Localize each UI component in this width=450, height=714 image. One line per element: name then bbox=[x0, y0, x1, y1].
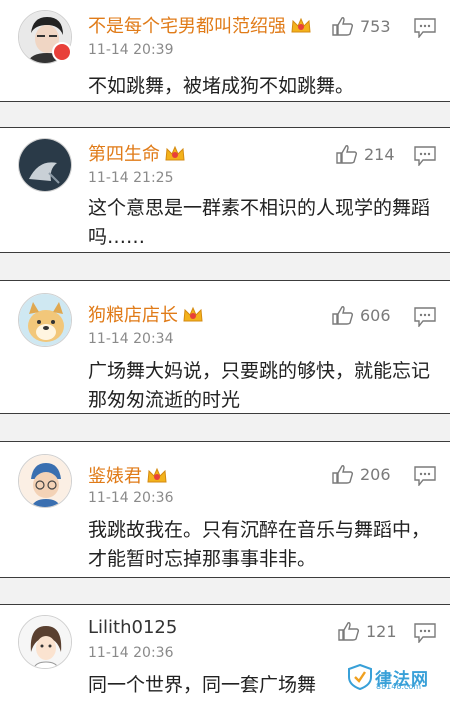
comment-text: 不如跳舞，被堵成狗不如跳舞。 bbox=[88, 75, 355, 97]
thumbs-up-icon bbox=[332, 17, 354, 36]
like-button[interactable]: 121 bbox=[338, 621, 397, 641]
comment-card: 不是每个宅男都叫范绍强 11-14 20:39 753 不如跳舞，被堵成狗不如跳… bbox=[0, 0, 450, 102]
comment-icon[interactable] bbox=[414, 18, 436, 38]
vip-crown-icon bbox=[165, 145, 185, 161]
comment-text: 我跳故我在。只有沉醉在音乐与舞蹈中，才能暂时忘掉那事事非非。 bbox=[88, 519, 431, 570]
vip-crown-icon bbox=[183, 306, 203, 322]
comment-icon[interactable] bbox=[414, 146, 436, 166]
comment-icon[interactable] bbox=[414, 623, 436, 643]
comment-text: 这个意思是一群素不相识的人现学的舞蹈吗…… bbox=[88, 197, 431, 248]
avatar[interactable] bbox=[18, 454, 72, 508]
comment-text: 广场舞大妈说，只要跳的够快，就能忘记那匆匆流逝的时光 bbox=[88, 360, 431, 411]
like-count: 753 bbox=[360, 16, 391, 36]
comment-card: 狗粮店店长 11-14 20:34 606 广场舞大妈说，只要跳的够快，就能忘记… bbox=[0, 280, 450, 414]
thumbs-up-icon bbox=[332, 465, 354, 484]
like-button[interactable]: 214 bbox=[336, 144, 395, 164]
verified-badge-icon bbox=[52, 42, 72, 62]
comment-card: 鉴婊君 11-14 20:36 206 我跳故我在。只有沉醉在音乐与舞蹈中，才能… bbox=[0, 441, 450, 578]
username[interactable]: 鉴婊君 bbox=[88, 462, 168, 488]
username[interactable]: Lilith0125 bbox=[88, 617, 177, 638]
username[interactable]: 狗粮店店长 bbox=[88, 301, 204, 327]
username[interactable]: 第四生命 bbox=[88, 140, 186, 166]
like-count: 214 bbox=[364, 144, 395, 164]
like-count: 206 bbox=[360, 464, 391, 484]
timestamp: 11-14 20:34 bbox=[88, 331, 174, 347]
like-count: 606 bbox=[360, 305, 391, 325]
thumbs-up-icon bbox=[336, 145, 358, 164]
like-button[interactable]: 753 bbox=[332, 16, 391, 36]
like-button[interactable]: 206 bbox=[332, 464, 391, 484]
timestamp: 11-14 20:39 bbox=[88, 42, 174, 58]
like-button[interactable]: 606 bbox=[332, 305, 391, 325]
timestamp: 11-14 21:25 bbox=[88, 170, 174, 186]
thumbs-up-icon bbox=[338, 622, 360, 641]
shield-icon bbox=[348, 664, 372, 690]
comment-icon[interactable] bbox=[414, 307, 436, 327]
avatar[interactable] bbox=[18, 615, 72, 669]
timestamp: 11-14 20:36 bbox=[88, 645, 174, 661]
vip-crown-icon bbox=[291, 17, 311, 33]
comment-icon[interactable] bbox=[414, 466, 436, 486]
like-count: 121 bbox=[366, 621, 397, 641]
comment-card: 第四生命 11-14 21:25 214 这个意思是一群素不相识的人现学的舞蹈吗… bbox=[0, 127, 450, 253]
watermark-url: 88148.com bbox=[376, 682, 422, 691]
avatar[interactable] bbox=[18, 293, 72, 347]
avatar[interactable] bbox=[18, 138, 72, 192]
site-watermark: 律法网 88148.com bbox=[348, 664, 429, 691]
username[interactable]: 不是每个宅男都叫范绍强 bbox=[88, 12, 312, 38]
thumbs-up-icon bbox=[332, 306, 354, 325]
vip-crown-icon bbox=[147, 467, 167, 483]
timestamp: 11-14 20:36 bbox=[88, 490, 174, 506]
comment-card: Lilith0125 11-14 20:36 121 同一个世界，同一套广场舞 bbox=[0, 604, 450, 714]
